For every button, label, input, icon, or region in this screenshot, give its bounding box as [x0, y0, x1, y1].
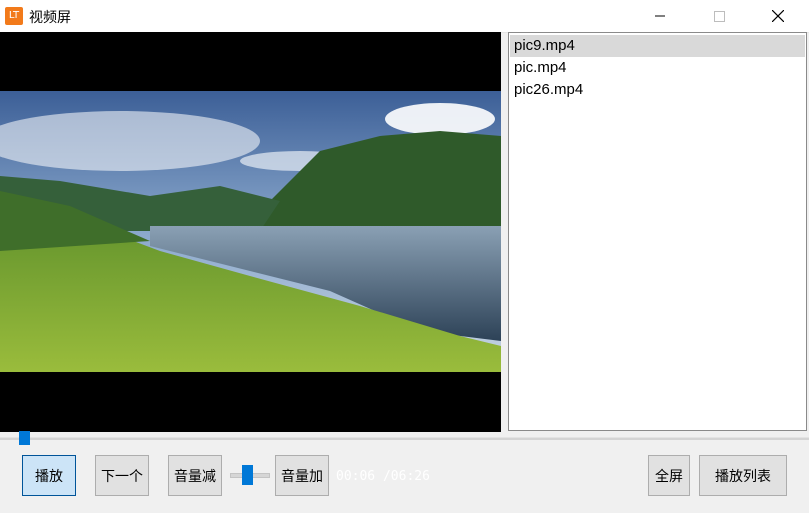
maximize-icon — [713, 10, 725, 22]
maximize-button[interactable] — [696, 0, 742, 32]
close-button[interactable] — [755, 0, 801, 32]
minimize-button[interactable] — [637, 0, 683, 32]
volume-down-button[interactable]: 音量减 — [168, 455, 222, 496]
playlist-item[interactable]: pic9.mp4 — [510, 35, 805, 57]
window-title: 视频屏 — [29, 10, 71, 26]
close-icon — [772, 10, 784, 22]
playlist-toggle-button[interactable]: 播放列表 — [699, 455, 787, 496]
progress-slider-track[interactable] — [0, 437, 809, 440]
title-bar: LT 视频屏 — [0, 0, 809, 33]
playlist-item[interactable]: pic.mp4 — [509, 57, 806, 79]
next-button[interactable]: 下一个 — [95, 455, 149, 496]
minimize-icon — [655, 15, 665, 17]
progress-slider-handle[interactable] — [19, 431, 30, 445]
volume-slider-handle[interactable] — [242, 465, 253, 485]
time-display: 00:06 /06:26 — [336, 469, 430, 484]
app-icon: LT — [5, 7, 23, 25]
fullscreen-button[interactable]: 全屏 — [648, 455, 690, 496]
video-display[interactable] — [0, 32, 501, 432]
volume-up-button[interactable]: 音量加 — [275, 455, 329, 496]
play-button[interactable]: 播放 — [22, 455, 76, 496]
playlist-item[interactable]: pic26.mp4 — [509, 79, 806, 101]
video-frame — [0, 91, 501, 372]
playlist-panel[interactable]: pic9.mp4 pic.mp4 pic26.mp4 — [508, 32, 807, 431]
